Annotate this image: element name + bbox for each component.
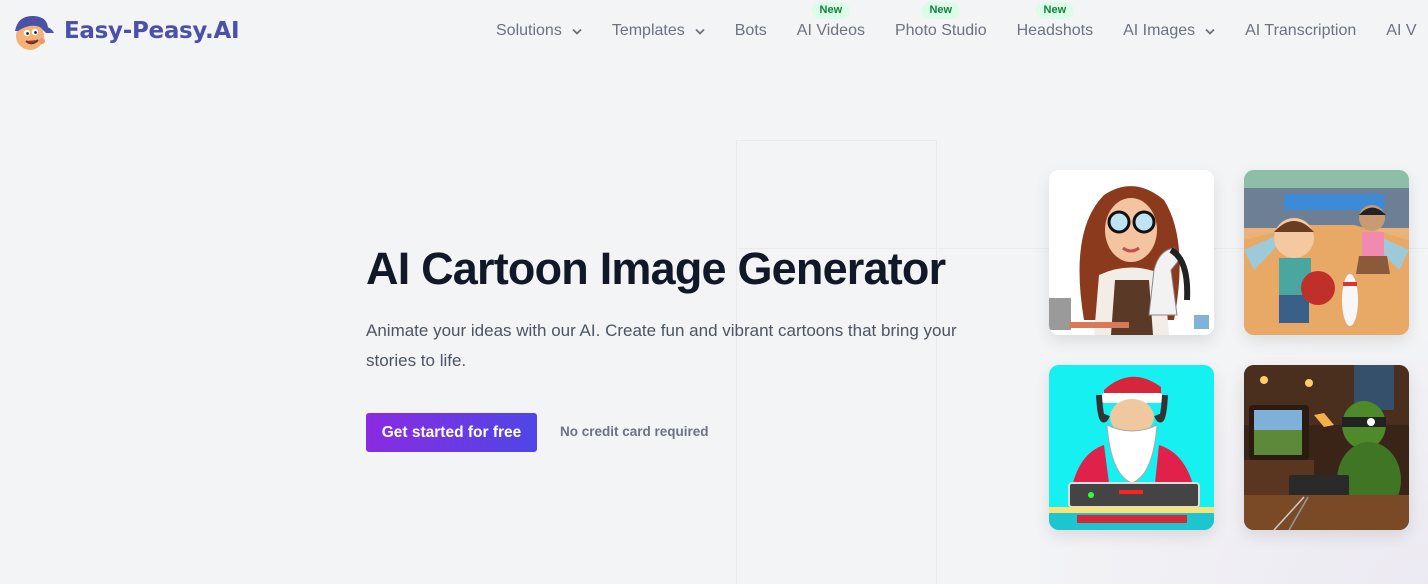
nav-label: Photo Studio [894,22,987,39]
site-header: Easy-Peasy.AI Solutions Templates Bots N… [0,0,1428,62]
chevron-down-icon [1205,28,1215,35]
nav-label: Solutions [496,22,562,39]
nav-label: AI Transcription [1245,22,1357,39]
brand-name: Easy-Peasy.AI [64,18,240,44]
nav-item-photo-studio[interactable]: New Photo Studio [895,0,987,62]
main-nav: Solutions Templates Bots New AI Videos N… [496,0,1428,62]
turtle-gamer-image [1244,365,1409,530]
nav-label: AI Videos [796,22,865,39]
gallery-image-artist[interactable] [1049,170,1214,335]
nav-item-ai-transcription[interactable]: AI Transcription [1245,0,1356,62]
page-title: AI Cartoon Image Generator [366,243,946,294]
chevron-down-icon [695,28,705,35]
gallery-image-turtle-gamer[interactable] [1244,365,1409,530]
cartoon-artist-image [1049,170,1214,335]
logo-link[interactable]: Easy-Peasy.AI [10,11,240,51]
get-started-button[interactable]: Get started for free [366,413,537,452]
new-badge: New [811,2,851,19]
nav-label: Bots [734,22,767,39]
nav-item-templates[interactable]: Templates [612,0,705,62]
new-badge: New [921,2,961,19]
grid-line [736,140,936,141]
new-badge: New [1035,2,1075,19]
cartoon-mascot-icon [10,11,56,51]
cartoon-santa-dj-image [1049,365,1214,530]
nav-item-solutions[interactable]: Solutions [496,0,582,62]
nav-label: AI V [1386,22,1417,39]
nav-item-bots[interactable]: Bots [735,0,767,62]
hero-subtitle: Animate your ideas with our AI. Create f… [366,321,957,370]
gallery-image-santa-dj[interactable] [1049,365,1214,530]
nav-label: Headshots [1016,22,1094,39]
nav-label: Templates [611,22,685,39]
nav-item-ai-images[interactable]: AI Images [1123,0,1215,62]
no-credit-card-note: No credit card required [560,424,709,439]
page: Easy-Peasy.AI Solutions Templates Bots N… [0,0,1428,584]
nav-item-ai-videos[interactable]: New AI Videos [797,0,865,62]
nav-item-ai-v-truncated[interactable]: AI V [1386,0,1416,62]
nav-item-headshots[interactable]: New Headshots [1016,0,1094,62]
nav-label: AI Images [1123,22,1196,39]
cartoon-bowling-image [1244,170,1409,335]
gallery-image-bowling[interactable] [1244,170,1409,335]
chevron-down-icon [572,28,582,35]
